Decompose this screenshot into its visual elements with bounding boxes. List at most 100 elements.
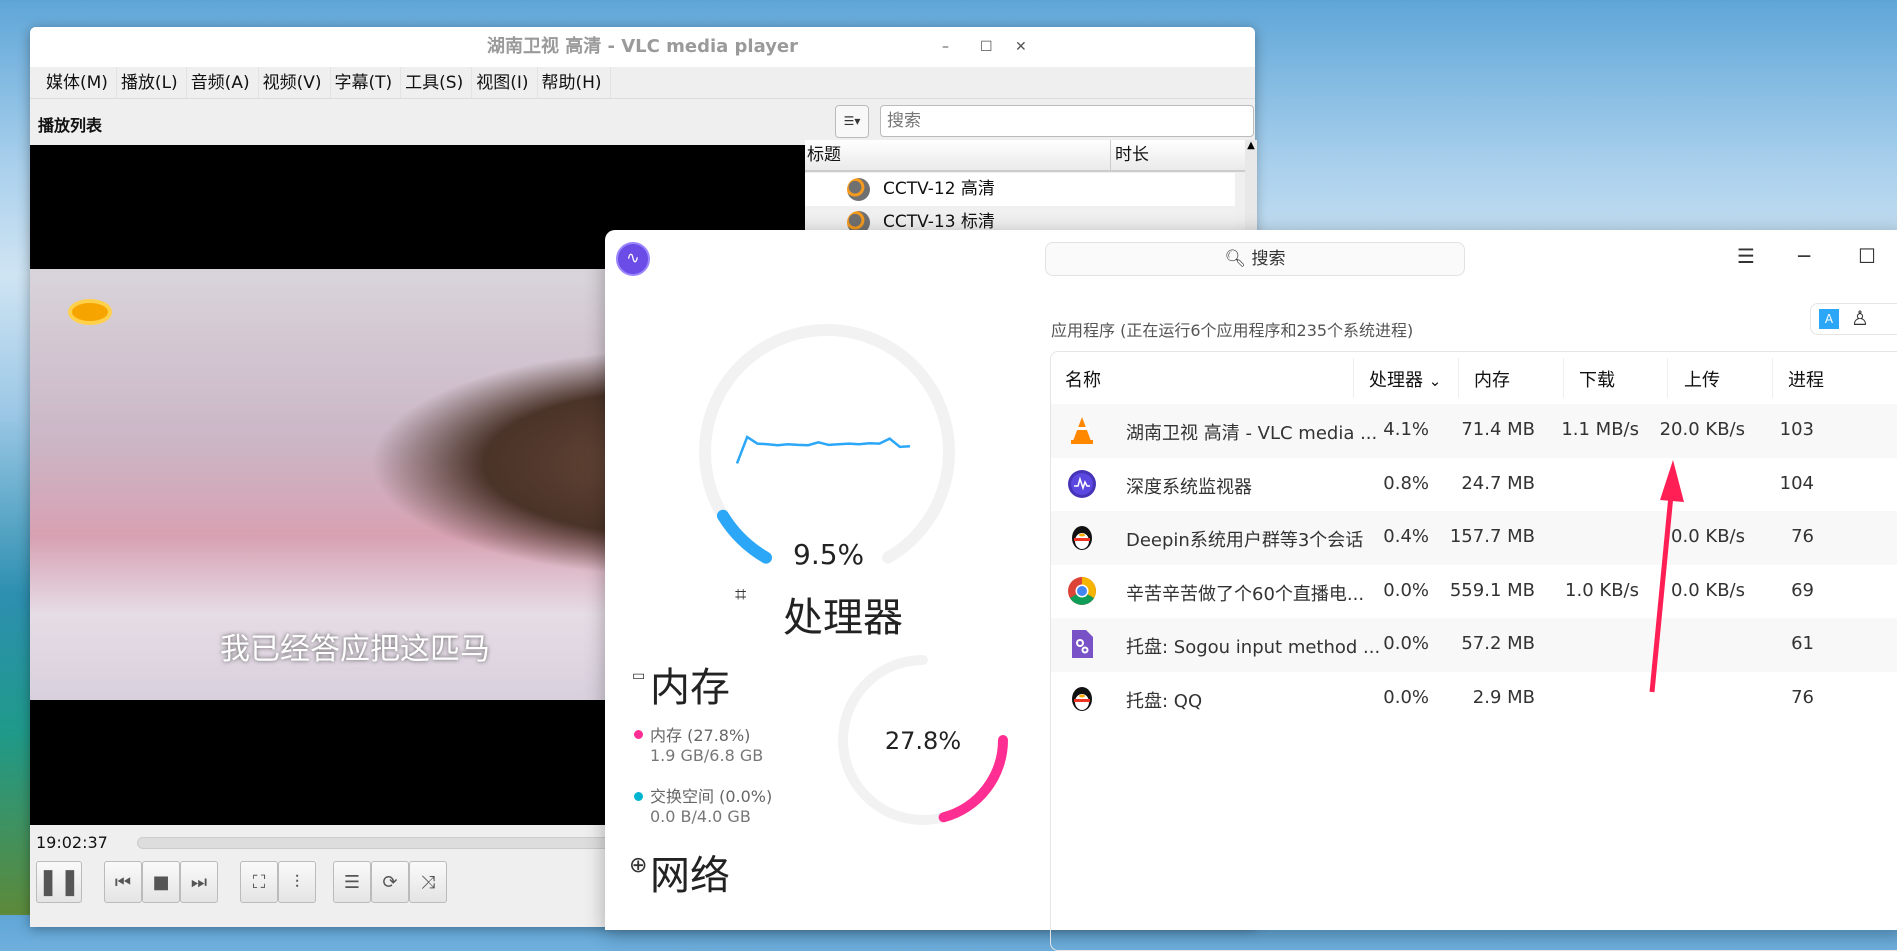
playlist-item[interactable]: CCTV-12 高清 [805,173,1235,206]
memory-label: 内存 [650,665,730,711]
minimize-button[interactable]: – [942,27,949,67]
playlist-toggle-button[interactable]: ☰ [333,861,371,903]
process-id: 103 [1779,419,1814,440]
minimize-button[interactable]: ─ [1798,244,1810,268]
system-monitor-window: ∿ 🔍︎ 搜索 ☰ ─ ☐ 9.5% ⌗ 处理器 ▭ 内存 内存 (27.8%)… [605,230,1897,951]
process-id: 61 [1791,633,1814,654]
column-download[interactable]: 下载 [1579,366,1615,392]
maximize-button[interactable]: ☐ [1858,244,1876,268]
column-upload[interactable]: 上传 [1684,366,1720,392]
column-memory[interactable]: 内存 [1474,366,1510,392]
memory-value: 559.1 MB [1449,579,1535,601]
process-id: 69 [1791,579,1814,601]
item-label: CCTV-12 高清 [883,179,995,199]
download-value: 1.0 KB/s [1565,579,1639,601]
search-label: 搜索 [1251,249,1286,269]
equalizer-button[interactable]: ⫶ [278,861,316,903]
playlist-header: 标题 时长 [805,140,1245,172]
table-header: 名称 处理器 ⌄ 内存 下载 上传 进程 [1051,352,1897,404]
stop-button[interactable]: ■ [142,861,180,903]
cpu-value: 0.0% [1383,633,1429,654]
memory-detail: 1.9 GB/6.8 GB [650,746,764,765]
loop-button[interactable]: ⟳ [371,861,409,903]
memory-percent: 27.8% [884,727,962,755]
column-cpu[interactable]: 处理器 ⌄ [1369,366,1441,392]
table-row[interactable]: 辛苦辛苦做了个60个直播电... 0.0% 559.1 MB 1.0 KB/s … [1051,565,1897,619]
memory-icon: ▭ [632,668,646,684]
menu-playback[interactable]: 播放(L) [117,67,187,98]
playlist-search-input[interactable] [880,105,1254,137]
memory-value: 57.2 MB [1461,633,1535,654]
arrow-head [1660,460,1684,502]
qq-icon [1072,526,1092,550]
process-name: 深度系统监视器 [1126,476,1252,498]
process-name: 辛苦辛苦做了个60个直播电... [1126,583,1365,605]
search-icon: 🔍︎ [1224,249,1252,269]
process-name: 托盘: QQ [1126,690,1203,712]
cpu-value: 0.8% [1383,472,1429,494]
pause-button[interactable]: ❚❚ [36,861,82,903]
menu-view[interactable]: 视图(I) [472,67,538,98]
vlc-icon [1071,417,1093,444]
cpu-usage-arc [716,509,772,564]
globe-icon [847,178,870,201]
memory-value: 24.7 MB [1461,472,1535,494]
table-row[interactable]: Deepin系统用户群等3个会话 0.4% 157.7 MB 0.0 KB/s … [1051,511,1897,565]
table-row[interactable]: 托盘: QQ 0.0% 2.9 MB 76 [1051,672,1897,726]
process-name: Deepin系统用户群等3个会话 [1126,530,1364,551]
window-title: 湖南卫视 高清 - VLC media player [30,27,1255,67]
table-row[interactable]: 托盘: Sogou input method ... 0.0% 57.2 MB … [1051,618,1897,672]
cpu-value: 0.0% [1383,579,1429,601]
user-view-icon[interactable]: ♙ [1851,306,1869,330]
app-count-header: 应用程序 (正在运行6个应用程序和235个系统进程) [1051,321,1414,340]
annotation-arrow [1649,460,1684,693]
video-subtitle: 我已经答应把这匹马 [220,632,490,667]
memory-value: 71.4 MB [1461,419,1535,440]
app-view-icon[interactable]: A [1819,309,1839,329]
menu-subtitle[interactable]: 字幕(T) [331,67,402,98]
elapsed-time: 19:02:37 [36,833,108,852]
download-value: 1.1 MB/s [1561,419,1639,440]
swap-detail: 0.0 B/4.0 GB [650,807,751,826]
process-id: 76 [1791,526,1814,547]
close-button[interactable]: ✕ [1015,27,1027,67]
column-name[interactable]: 名称 [1065,366,1101,392]
menu-audio[interactable]: 音频(A) [187,67,259,98]
fullscreen-button[interactable]: ⛶ [240,861,278,903]
process-id: 76 [1791,686,1814,708]
table-row[interactable]: 深度系统监视器 0.8% 24.7 MB 104 [1051,458,1897,512]
sogou-icon [1072,630,1093,658]
item-label: CCTV-13 标清 [883,212,995,232]
swap-legend: 交换空间 (0.0%) [650,787,773,806]
upload-value: 20.0 KB/s [1659,419,1745,440]
qq-icon [1072,686,1092,711]
view-switcher: A ♙ [1810,303,1897,335]
monitor-icon [1068,469,1096,498]
menu-tools[interactable]: 工具(S) [401,67,473,98]
playlist-label: 播放列表 [38,116,103,135]
table-row[interactable]: 湖南卫视 高清 - VLC media ... 4.1% 71.4 MB 1.1… [1051,404,1897,458]
sort-chevron-icon: ⌄ [1428,372,1442,390]
column-duration[interactable]: 时长 [1110,140,1149,170]
globe-icon: ⊕ [629,853,648,878]
column-title[interactable]: 标题 [807,140,841,170]
process-table: 名称 处理器 ⌄ 内存 下载 上传 进程 湖南卫视 高清 - VLC media… [1050,351,1897,951]
network-label: 网络 [650,853,730,899]
column-process[interactable]: 进程 [1788,366,1824,392]
menu-icon[interactable]: ☰ [1737,244,1755,268]
arrow-shaft [1649,484,1675,693]
cpu-value: 0.0% [1383,686,1429,708]
menu-media[interactable]: 媒体(M) [42,67,117,98]
process-name: 湖南卫视 高清 - VLC media ... [1126,423,1378,444]
menu-video[interactable]: 视频(V) [259,67,331,98]
playlist-view-button[interactable]: ☰▾ [835,105,869,138]
memory-value: 2.9 MB [1472,686,1535,708]
search-box[interactable]: 🔍︎ 搜索 [1045,242,1465,276]
menu-help[interactable]: 帮助(H) [538,67,611,98]
previous-button[interactable]: ⏮ [104,861,142,903]
monitor-app-icon: ∿ [616,242,650,276]
next-button[interactable]: ⏭ [180,861,218,903]
shuffle-button[interactable]: ⤨ [409,861,447,903]
cpu-chip-icon: ⌗ [735,582,747,606]
maximize-button[interactable]: ☐ [980,27,993,67]
